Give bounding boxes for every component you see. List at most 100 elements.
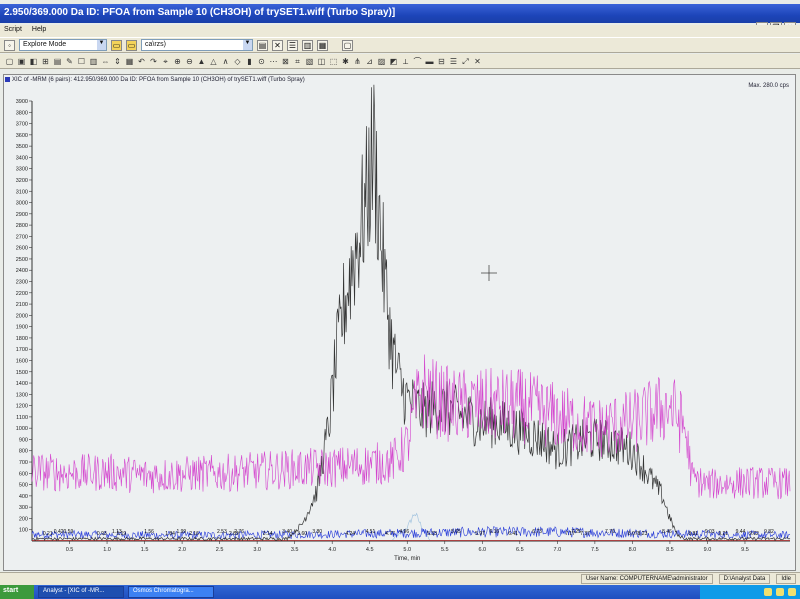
toolbar-tool-icon[interactable]: △ — [208, 56, 219, 67]
x-tick-label: 7.0 — [554, 547, 562, 553]
tile-horizontal-icon[interactable]: ☰ — [287, 39, 298, 51]
x-tick-label: 4.0 — [328, 547, 336, 553]
menu-item-script[interactable]: Script — [4, 26, 22, 36]
x-tick-label: 2.0 — [178, 547, 186, 553]
print-icon[interactable]: ▤ — [257, 39, 268, 51]
y-tick-label: 2700 — [16, 234, 28, 240]
toolbar-tool-icon[interactable]: ▦ — [124, 56, 135, 67]
toolbar-tool-icon[interactable]: ▲ — [196, 56, 207, 67]
pin-icon[interactable]: ◦ — [4, 39, 15, 51]
analyst-screen: 2.950/369.000 Da ID: PFOA from Sample 10… — [0, 0, 800, 599]
toolbar-tool-icon[interactable]: ▤ — [52, 56, 63, 67]
peak-label: 2.53 — [217, 529, 227, 535]
toolbar-tool-icon[interactable]: ⊖ — [184, 56, 195, 67]
toolbar-tool-icon[interactable]: ◩ — [388, 56, 399, 67]
toolbar-tool-icon[interactable]: ⊙ — [256, 56, 267, 67]
toolbar-tool-icon[interactable]: ⋔ — [352, 56, 363, 67]
toolbar-tool-icon[interactable]: ▧ — [304, 56, 315, 67]
y-tick-label: 3900 — [16, 99, 28, 105]
toolbar-tool-icon[interactable]: ⊠ — [280, 56, 291, 67]
system-tray — [700, 585, 800, 599]
series-magenta-line — [31, 354, 791, 500]
toolbar-tool-icon[interactable]: ☰ — [448, 56, 459, 67]
toolbar-tool-icon[interactable]: ✕ — [472, 56, 483, 67]
menu-item-help[interactable]: Help — [32, 26, 46, 36]
toolbar-tool-icon[interactable]: ◇ — [232, 56, 243, 67]
grid-icon[interactable]: ▦ — [317, 39, 328, 51]
start-button[interactable]: start — [0, 585, 34, 599]
peak-label: 1.56 — [144, 529, 154, 535]
toolbar-tool-icon[interactable]: ⌒ — [412, 56, 423, 67]
toolbar-tool-icon[interactable]: ⌖ — [160, 56, 171, 67]
y-tick-label: 1200 — [16, 404, 28, 410]
folder-icon[interactable]: ▭ — [126, 39, 137, 51]
peak-label: 6.41 — [508, 531, 518, 537]
toolbar-tool-icon[interactable]: ▣ — [16, 56, 27, 67]
peak-label: 4.77 — [385, 531, 395, 537]
toolbar-tool-icon[interactable]: ⇕ — [112, 56, 123, 67]
peak-label: 5.97 — [475, 531, 485, 537]
tray-icon[interactable] — [764, 588, 772, 596]
toolbar-tool-icon[interactable]: ▥ — [88, 56, 99, 67]
y-tick-label: 800 — [19, 449, 28, 455]
y-tick-label: 3400 — [16, 155, 28, 161]
toolbar-tool-icon[interactable]: ⊕ — [172, 56, 183, 67]
tile-vertical-icon[interactable]: ▥ — [302, 39, 313, 51]
y-tick-label: 2600 — [16, 246, 28, 252]
delete-icon[interactable]: ✕ — [272, 39, 283, 51]
x-tick-label: 7.5 — [591, 547, 599, 553]
peak-label: 3.40 — [282, 529, 292, 535]
x-tick-label: 3.5 — [291, 547, 299, 553]
y-tick-label: 3800 — [16, 110, 28, 116]
main-toolbar: ◦ Explore Mode ▼ ▭ ▭ ca\rzs) ▼ ▤ ✕ ☰ ▥ ▦… — [0, 37, 800, 53]
toolbar-tool-icon[interactable]: ↶ — [136, 56, 147, 67]
peak-label: 3.80 — [312, 529, 322, 535]
toolbar-tool-icon[interactable]: ⌗ — [292, 56, 303, 67]
toolbar-tool-icon[interactable]: ✎ — [64, 56, 75, 67]
menu-bar: Script Help — [0, 25, 800, 37]
chevron-down-icon: ▼ — [97, 40, 106, 50]
toolbar-tool-icon[interactable]: ⬚ — [328, 56, 339, 67]
window-title-bar[interactable]: 2.950/369.000 Da ID: PFOA from Sample 10… — [0, 4, 800, 23]
peak-label: 6.73 — [532, 529, 542, 535]
tray-icon[interactable] — [776, 588, 784, 596]
xic-chart[interactable]: 3900380037003600350034003300320031003000… — [4, 75, 797, 572]
series-black-line — [31, 84, 791, 542]
toolbar-tool-icon[interactable]: ⊞ — [40, 56, 51, 67]
peak-label: 8.078.23 — [628, 531, 648, 537]
x-tick-label: 5.5 — [441, 547, 449, 553]
taskbar-item-osmos[interactable]: Osmos Chromatogra... — [128, 586, 214, 598]
series-lightblue-line — [392, 512, 431, 541]
toolbar-tool-icon[interactable]: ⇔ — [100, 56, 111, 67]
window-title: 2.950/369.000 Da ID: PFOA from Sample 10… — [4, 7, 396, 18]
toolbar-tool-icon[interactable]: ▮ — [244, 56, 255, 67]
toolbar-tool-icon[interactable]: ∧ — [220, 56, 231, 67]
peak-label: 4.24 — [345, 531, 355, 537]
y-tick-label: 1000 — [16, 426, 28, 432]
window-icon[interactable]: ▢ — [342, 39, 353, 51]
toolbar-tool-icon[interactable]: ✱ — [340, 56, 351, 67]
toolbar-tool-icon[interactable]: ↷ — [148, 56, 159, 67]
toolbar-tool-icon[interactable]: ☐ — [76, 56, 87, 67]
toolbar-tool-icon[interactable]: ▢ — [4, 56, 15, 67]
tray-icon[interactable] — [788, 588, 796, 596]
toolbar-tool-icon[interactable]: ◫ — [316, 56, 327, 67]
y-tick-label: 3500 — [16, 144, 28, 150]
x-tick-label: 1.0 — [103, 547, 111, 553]
toolbar-tool-icon[interactable]: ⊿ — [364, 56, 375, 67]
toolbar-tool-icon[interactable]: ⋯ — [268, 56, 279, 67]
y-tick-label: 2100 — [16, 302, 28, 308]
peak-label: 8.81 — [688, 531, 698, 537]
mode-select[interactable]: Explore Mode ▼ — [19, 39, 107, 51]
toolbar-tool-icon[interactable]: ◧ — [28, 56, 39, 67]
toolbar-tool-icon[interactable]: ⤢ — [460, 56, 471, 67]
path-select[interactable]: ca\rzs) ▼ — [141, 39, 253, 51]
toolbar-tool-icon[interactable]: ⊟ — [436, 56, 447, 67]
toolbar-tool-icon[interactable]: ▨ — [376, 56, 387, 67]
peak-label: 7.37 — [580, 531, 590, 537]
toolbar-tool-icon[interactable]: ▬ — [424, 56, 435, 67]
toolbar-tool-icon[interactable]: ⟂ — [400, 56, 411, 67]
taskbar-item-analyst[interactable]: Analyst - [XIC of -MR... — [38, 586, 124, 598]
peak-label: 2.16 — [189, 531, 199, 537]
open-folder-icon[interactable]: ▭ — [111, 39, 122, 51]
